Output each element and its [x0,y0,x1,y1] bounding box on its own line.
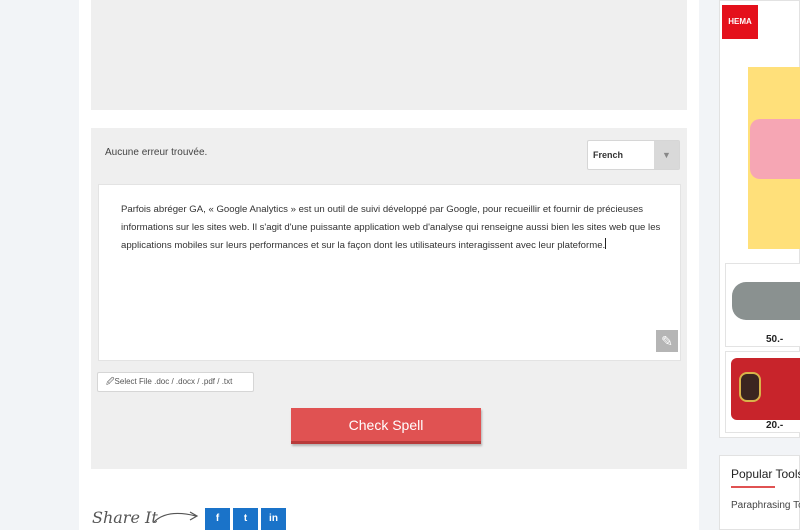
text-input-value: Parfois abréger GA, « Google Analytics »… [121,204,661,251]
check-spell-button[interactable]: Check Spell [291,408,481,444]
twitter-icon: t [243,513,248,524]
text-caret [605,238,607,249]
blanket-image [732,282,800,320]
chevron-down-icon[interactable]: ▼ [654,141,679,169]
linkedin-icon: in [269,513,278,524]
facebook-share-button[interactable]: f [205,508,230,530]
linkedin-share-button[interactable]: in [261,508,286,530]
spell-checker-panel: Aucune erreur trouvée. French ▼ Parfois … [91,128,687,469]
select-file-label: Select File .doc / .docx / .pdf / .txt [114,377,233,386]
title-underline [731,486,775,488]
hema-logo[interactable]: HEMA [722,5,758,39]
text-input-area[interactable]: Parfois abréger GA, « Google Analytics »… [98,184,681,361]
facebook-icon: f [215,513,220,524]
clear-text-icon[interactable]: ✎ [656,330,678,352]
popular-tools-title: Popular Tools [731,467,800,481]
radio-speaker [739,372,761,402]
results-panel [91,0,687,110]
ad-product-blanket[interactable]: 50.- [725,263,800,347]
advertisement[interactable]: HEMA 50.- 20.- [719,0,800,438]
paperclip-icon: 🖉 [106,377,115,386]
popular-tool-link[interactable]: Paraphrasing Tool [731,500,800,511]
language-selected-value: French [593,150,624,160]
select-file-button[interactable]: 🖉Select File .doc / .docx / .pdf / .txt [97,372,254,392]
ad-product-radio[interactable]: 20.- [725,351,800,433]
ad-price-1: 50.- [766,334,784,345]
popular-tools-widget: Popular Tools Paraphrasing Tool [719,455,800,530]
text-input-content[interactable]: Parfois abréger GA, « Google Analytics »… [121,201,661,255]
ad-price-2: 20.- [766,420,784,431]
twitter-share-button[interactable]: t [233,508,258,530]
cake-image [750,119,800,179]
language-select[interactable]: French ▼ [587,140,680,170]
share-arrow-icon [153,511,199,523]
status-message: Aucune erreur trouvée. [105,147,208,158]
radio-image [731,358,800,420]
share-label: Share It [92,508,158,527]
